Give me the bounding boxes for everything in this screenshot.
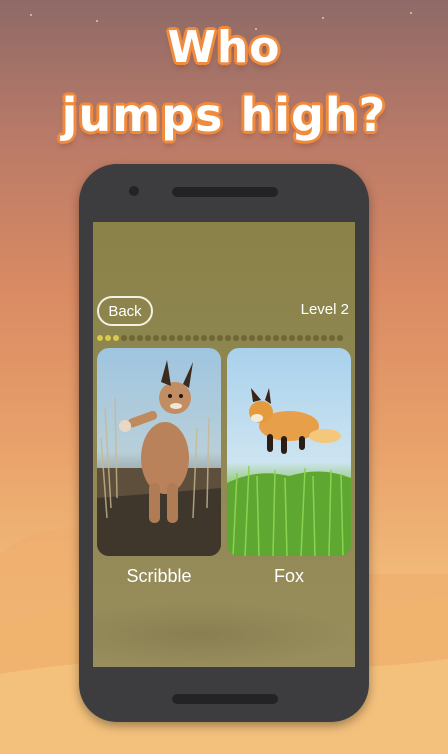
progress-dot [169,335,175,341]
option-label-scribble: Scribble [126,566,192,586]
progress-dot [97,335,103,341]
background-star [322,17,324,19]
phone-speaker [172,187,278,197]
progress-dot [257,335,263,341]
progress-dot [185,335,191,341]
progress-dot [289,335,295,341]
progress-dot [241,335,247,341]
back-button[interactable]: Back [97,296,153,326]
progress-dot [313,335,319,341]
progress-dot [233,335,239,341]
headline-line-2: jumps high? [61,88,387,142]
phone-frame: Back Level 2 Scribble Fox [79,164,369,722]
progress-dot [161,335,167,341]
progress-dot [209,335,215,341]
background-star [410,12,412,14]
level-indicator: Level 2 [300,301,349,318]
progress-dot [337,335,343,341]
progress-dot [329,335,335,341]
progress-dot [281,335,287,341]
option-label-fox: Fox [273,566,304,586]
progress-dot [321,335,327,341]
option-card-fox[interactable] [227,348,351,556]
phone-camera [129,186,139,196]
fox-photo [227,388,351,556]
progress-dot [273,335,279,341]
progress-dot [129,335,135,341]
game-screen: Back Level 2 Scribble Fox [93,222,355,667]
progress-dot [105,335,111,341]
caracal-photo [97,360,221,556]
progress-dot [297,335,303,341]
progress-dot [113,335,119,341]
level-progress-bar [97,335,351,343]
phone-bottom-bar [172,694,278,704]
progress-dot [225,335,231,341]
progress-dot [201,335,207,341]
headline-line-1: Who [167,22,281,73]
screen-bottom-shade [93,602,355,667]
background-star [30,14,32,16]
option-card-scribble[interactable] [97,348,221,556]
progress-dot [177,335,183,341]
progress-dot [249,335,255,341]
progress-dot [217,335,223,341]
progress-dot [137,335,143,341]
progress-dot [121,335,127,341]
progress-dot [153,335,159,341]
progress-dot [145,335,151,341]
progress-dot [305,335,311,341]
progress-dot [265,335,271,341]
progress-dot [193,335,199,341]
